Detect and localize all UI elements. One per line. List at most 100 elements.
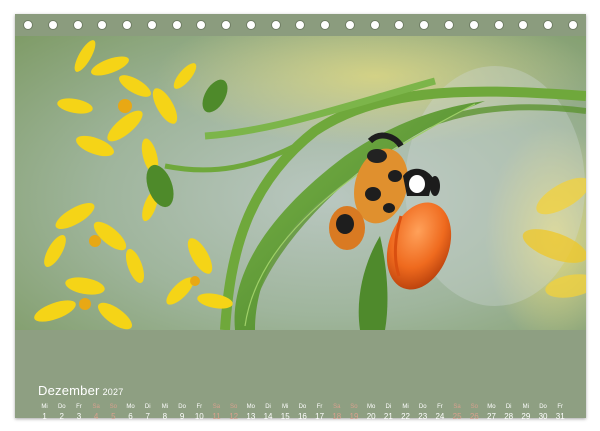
day-cell: Fr 17: [311, 403, 328, 422]
weekday-label: Mi: [161, 404, 169, 410]
weekday-label: Fr: [196, 404, 203, 410]
binding-ring: [72, 20, 83, 30]
weekday-label: Mi: [41, 404, 48, 410]
day-cell: Di 28: [500, 403, 517, 422]
binding-ring: [196, 20, 207, 30]
day-cell: Sa 25: [449, 403, 466, 422]
day-cell: Mi 15: [277, 403, 294, 422]
day-number: 29: [521, 412, 531, 421]
binding-ring: [344, 20, 355, 30]
weekday-label: So: [229, 404, 238, 410]
weekday-label: Fr: [316, 404, 323, 410]
day-cell: So 5: [105, 403, 122, 422]
binding-ring: [47, 20, 58, 30]
binding-ring: [518, 20, 529, 30]
day-cell: Do 23: [414, 403, 431, 422]
weekday-label: Fr: [76, 404, 82, 410]
weekday-label: Sa: [212, 404, 221, 410]
weekday-label: So: [350, 404, 358, 410]
binding-ring: [493, 20, 504, 30]
weekday-label: Mo: [246, 404, 256, 410]
day-number: 4: [93, 412, 99, 421]
weekday-label: Di: [505, 404, 512, 410]
day-number: 23: [418, 412, 428, 421]
photo-ladybird-on-plant: [15, 36, 586, 330]
day-cell: Mi 22: [397, 403, 414, 422]
binding-ring: [543, 20, 554, 30]
binding-ring: [122, 20, 133, 30]
binding-ring: [419, 20, 430, 30]
weekday-label: Mo: [487, 404, 496, 410]
weekday-label: Fr: [437, 404, 443, 410]
weekday-label: Do: [539, 404, 547, 410]
day-cell: Sa 11: [208, 403, 225, 422]
binding-ring: [369, 20, 380, 30]
day-number: 16: [297, 412, 307, 421]
weekday-label: Mo: [366, 404, 376, 410]
day-number: 5: [111, 412, 116, 421]
binding-ring: [394, 20, 405, 30]
binding-ring: [295, 20, 306, 30]
spiral-binding: [15, 14, 586, 36]
day-cell: Mi 8: [156, 403, 173, 422]
day-number: 2: [59, 412, 64, 421]
day-number: 1: [42, 412, 47, 421]
day-number: 14: [263, 412, 273, 421]
day-number: 27: [487, 412, 496, 421]
day-cell: Mi 1: [36, 403, 53, 422]
day-number: 15: [280, 412, 290, 421]
day-cell: Sa 4: [88, 403, 105, 422]
day-number: 19: [349, 412, 359, 421]
weekday-label: Mo: [126, 404, 135, 410]
binding-ring: [97, 20, 108, 30]
binding-ring: [444, 20, 455, 30]
day-cell: Fr 3: [70, 403, 87, 422]
day-cell: Di 14: [259, 403, 276, 422]
weekday-label: Sa: [453, 404, 461, 410]
day-cell: Fr 31: [552, 403, 569, 422]
binding-ring: [221, 20, 232, 30]
weekday-label: Di: [265, 404, 271, 410]
day-number: 28: [504, 412, 514, 421]
day-number: 3: [76, 412, 82, 421]
day-cell: So 12: [225, 403, 242, 422]
day-strip: Mi 1 Do 2 Fr 3 Sa 4 So 5 Mo 6 Di 7 Mi 8 Do 9 Fr 10 Sa 11 So 12 M…: [36, 403, 569, 422]
day-cell: Di 7: [139, 403, 156, 422]
day-cell: Fr 24: [431, 403, 448, 422]
day-number: 26: [469, 412, 479, 421]
weekday-label: Di: [385, 404, 392, 410]
weekday-label: Do: [418, 404, 427, 410]
day-number: 22: [401, 412, 410, 421]
binding-ring: [270, 20, 281, 30]
day-cell: Do 2: [53, 403, 70, 422]
day-number: 10: [194, 412, 204, 421]
day-cell: So 26: [466, 403, 483, 422]
day-cell: Do 16: [294, 403, 311, 422]
day-number: 30: [538, 412, 548, 421]
calendar-page: Dezember 2027 Mi 1 Do 2 Fr 3 Sa 4 So 5 Mo 6 Di 7 Mi 8 Do 9…: [15, 14, 586, 421]
month-name: Dezember: [38, 383, 100, 398]
day-cell: Di 21: [380, 403, 397, 422]
day-cell: Do 30: [534, 403, 551, 422]
binding-ring: [468, 20, 479, 30]
day-number: 13: [246, 412, 256, 421]
day-cell: Do 9: [174, 403, 191, 422]
weekday-label: Do: [298, 404, 307, 410]
day-number: 9: [179, 412, 185, 421]
weekday-label: Mi: [522, 404, 530, 410]
day-number: 11: [212, 412, 221, 421]
weekday-label: Do: [57, 404, 66, 410]
month-title: Dezember 2027: [38, 383, 123, 398]
day-number: 25: [452, 412, 462, 421]
day-number: 17: [315, 412, 325, 421]
day-number: 24: [435, 412, 445, 421]
weekday-label: Di: [144, 404, 151, 410]
weekday-label: So: [470, 404, 478, 410]
day-cell: Mi 29: [517, 403, 534, 422]
weekday-label: Fr: [557, 404, 564, 410]
weekday-label: Do: [178, 404, 186, 410]
day-number: 6: [128, 412, 133, 421]
weekday-label: Mi: [402, 404, 409, 410]
day-cell: Mo 27: [483, 403, 500, 422]
day-cell: Mo 20: [363, 403, 380, 422]
